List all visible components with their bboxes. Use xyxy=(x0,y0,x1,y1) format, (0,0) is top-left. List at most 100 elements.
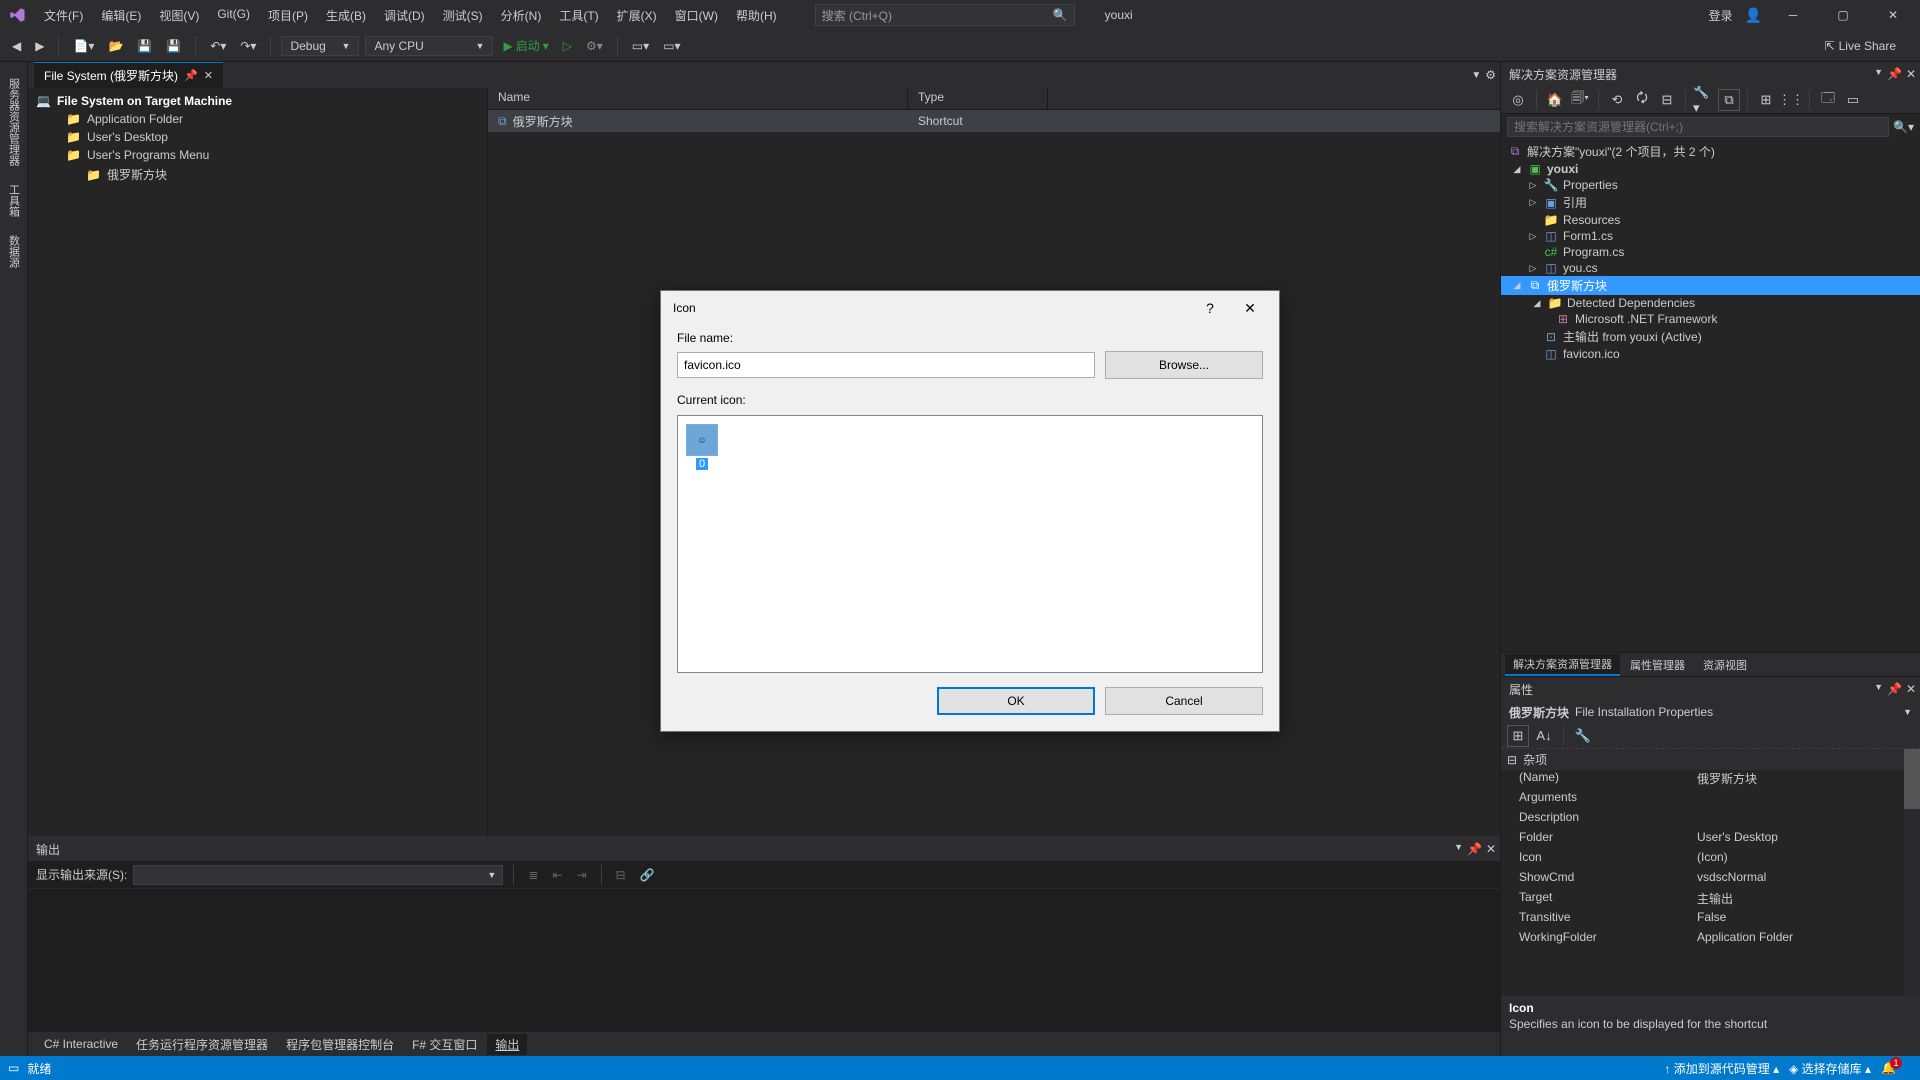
menu-item[interactable]: 分析(N) xyxy=(493,3,550,28)
panel-dropdown-icon[interactable]: ▼ xyxy=(1454,842,1463,856)
select-repo[interactable]: ◈ 选择存储库 ▴ xyxy=(1789,1060,1871,1077)
cancel-button[interactable]: Cancel xyxy=(1105,687,1263,715)
bottom-tab[interactable]: 任务运行程序资源管理器 xyxy=(128,1034,276,1055)
document-tab[interactable]: File System (俄罗斯方块) 📌 ✕ xyxy=(34,62,223,88)
pin-icon[interactable]: 📌 xyxy=(1887,67,1902,81)
pin-icon[interactable]: 📌 xyxy=(1467,842,1482,856)
collapse-icon[interactable]: ⊟ xyxy=(1507,753,1517,767)
menu-item[interactable]: 编辑(E) xyxy=(93,3,149,28)
bottom-tab[interactable]: 程序包管理器控制台 xyxy=(278,1034,402,1055)
property-row[interactable]: ShowCmdvsdscNormal xyxy=(1501,870,1920,890)
pin-icon[interactable]: 📌 xyxy=(1887,682,1902,696)
sol-sync-icon[interactable]: ⟲ xyxy=(1606,89,1628,111)
login-link[interactable]: 登录 xyxy=(1709,7,1733,24)
props-category[interactable]: ⊟ 杂项 xyxy=(1501,749,1920,770)
refresh-target-icon[interactable]: ⚙▾ xyxy=(582,37,607,55)
sol-nest-icon[interactable]: ⋮⋮ xyxy=(1780,89,1802,111)
tree-item[interactable]: ▷◫you.cs xyxy=(1501,260,1920,276)
panel-tab[interactable]: 资源视图 xyxy=(1695,655,1755,675)
output-btn-5[interactable]: 🔗 xyxy=(636,866,659,884)
menu-item[interactable]: 文件(F) xyxy=(36,3,91,28)
icon-preview[interactable]: ☺ 0 xyxy=(677,415,1263,673)
bottom-tab[interactable]: C# Interactive xyxy=(36,1035,126,1053)
user-icon[interactable]: 👤 xyxy=(1745,7,1762,24)
main-output[interactable]: ⊡ 主输出 from youxi (Active) xyxy=(1501,327,1920,346)
fs-row[interactable]: ⧉俄罗斯方块 Shortcut xyxy=(488,110,1500,132)
sol-view-icon[interactable]: ▭ xyxy=(1842,89,1864,111)
property-row[interactable]: WorkingFolderApplication Folder xyxy=(1501,930,1920,950)
project-node[interactable]: ◢ ▣ youxi xyxy=(1501,161,1920,177)
sol-props-icon[interactable]: 🗔 xyxy=(1817,89,1839,111)
expander-icon[interactable]: ◢ xyxy=(1531,298,1543,309)
panel-close-icon[interactable]: ✕ xyxy=(1906,682,1916,696)
property-row[interactable]: FolderUser's Desktop xyxy=(1501,830,1920,850)
fs-subfolder[interactable]: 📁 俄罗斯方块 xyxy=(28,164,487,185)
tree-item[interactable]: 📁Resources xyxy=(1501,212,1920,228)
property-row[interactable]: Icon(Icon) xyxy=(1501,850,1920,870)
categorized-icon[interactable]: ⊞ xyxy=(1507,725,1529,747)
close-button[interactable]: ✕ xyxy=(1874,3,1912,27)
col-type[interactable]: Type xyxy=(908,88,1048,109)
menu-item[interactable]: 工具(T) xyxy=(551,3,606,28)
expander-icon[interactable]: ◢ xyxy=(1511,164,1523,175)
menu-item[interactable]: 生成(B) xyxy=(318,3,374,28)
expander-icon[interactable]: ▷ xyxy=(1527,263,1539,274)
sol-home-icon[interactable]: 🏠 xyxy=(1544,89,1566,111)
save-all-icon[interactable]: 💾 xyxy=(162,37,185,55)
open-icon[interactable]: 📂 xyxy=(104,37,127,55)
fs-folder[interactable]: 📁Application Folder xyxy=(28,110,487,128)
tree-item[interactable]: ▷🔧Properties xyxy=(1501,177,1920,193)
notifications-icon[interactable]: 🔔 xyxy=(1881,1061,1896,1075)
property-row[interactable]: Target主输出 xyxy=(1501,890,1920,910)
file-name-input[interactable] xyxy=(677,352,1095,378)
menu-item[interactable]: 扩展(X) xyxy=(609,3,665,28)
liveshare-button[interactable]: ⇱ Live Share xyxy=(1825,39,1896,53)
layout-icon[interactable]: ▭▾ xyxy=(628,37,653,55)
ok-button[interactable]: OK xyxy=(937,687,1095,715)
dialog-close-button[interactable]: ✕ xyxy=(1233,296,1267,320)
sol-showall-icon[interactable]: ⊞ xyxy=(1755,89,1777,111)
sol-back-icon[interactable]: ◎ xyxy=(1507,89,1529,111)
panel-tab[interactable]: 属性管理器 xyxy=(1622,655,1693,675)
output-btn-2[interactable]: ⇤ xyxy=(548,866,566,884)
tab-dropdown-icon[interactable]: ▼ xyxy=(1471,70,1481,81)
start-noattach-icon[interactable]: ▷ xyxy=(559,37,576,55)
browse-button[interactable]: Browse... xyxy=(1105,351,1263,379)
undo-icon[interactable]: ↶▾ xyxy=(206,37,230,55)
add-source-control[interactable]: ↑ 添加到源代码管理 ▴ xyxy=(1664,1060,1779,1077)
menu-item[interactable]: 调试(D) xyxy=(376,3,433,28)
platform-combo[interactable]: Any CPU▼ xyxy=(365,36,493,56)
tab-gear-icon[interactable]: ⚙ xyxy=(1485,68,1496,82)
menu-item[interactable]: 测试(S) xyxy=(435,3,491,28)
panel-tab[interactable]: 解决方案资源管理器 xyxy=(1505,654,1620,676)
output-btn-3[interactable]: ⇥ xyxy=(572,866,590,884)
menu-item[interactable]: 帮助(H) xyxy=(728,3,785,28)
minimize-button[interactable]: ─ xyxy=(1774,3,1812,27)
bottom-tab[interactable]: 输出 xyxy=(487,1034,527,1055)
property-row[interactable]: TransitiveFalse xyxy=(1501,910,1920,930)
maximize-button[interactable]: ▢ xyxy=(1824,3,1862,27)
fs-folder[interactable]: 📁User's Programs Menu xyxy=(28,146,487,164)
property-row[interactable]: Arguments xyxy=(1501,790,1920,810)
dialog-help-button[interactable]: ? xyxy=(1193,296,1227,320)
menu-item[interactable]: Git(G) xyxy=(209,3,258,28)
panel-dropdown-icon[interactable]: ▼ xyxy=(1874,67,1883,81)
props-scroll-thumb[interactable] xyxy=(1904,749,1920,809)
menu-item[interactable]: 视图(V) xyxy=(151,3,207,28)
start-button[interactable]: ▶ 启动 ▾ xyxy=(499,35,552,56)
output-btn-1[interactable]: ≣ xyxy=(524,866,542,884)
menu-item[interactable]: 项目(P) xyxy=(260,3,316,28)
net-framework[interactable]: ⊞ Microsoft .NET Framework xyxy=(1501,311,1920,327)
detected-deps[interactable]: ◢ 📁 Detected Dependencies xyxy=(1501,295,1920,311)
output-source-combo[interactable]: ▼ xyxy=(133,865,503,885)
new-project-icon[interactable]: 📄▾ xyxy=(69,37,98,55)
solution-root[interactable]: ⧉ 解决方案"youxi"(2 个项目，共 2 个) xyxy=(1501,142,1920,161)
properties-object-combo[interactable]: 俄罗斯方块 File Installation Properties ▼ xyxy=(1501,701,1920,723)
icon-thumbnail[interactable]: ☺ 0 xyxy=(686,424,718,470)
menu-item[interactable]: 窗口(W) xyxy=(667,3,726,28)
config-combo[interactable]: Debug▼ xyxy=(281,36,359,56)
redo-icon[interactable]: ↷▾ xyxy=(236,37,260,55)
tree-item[interactable]: c#Program.cs xyxy=(1501,244,1920,260)
search-icon[interactable]: 🔍▾ xyxy=(1893,120,1914,134)
sidebar-tab[interactable]: 服务器资源管理器 xyxy=(4,70,24,174)
